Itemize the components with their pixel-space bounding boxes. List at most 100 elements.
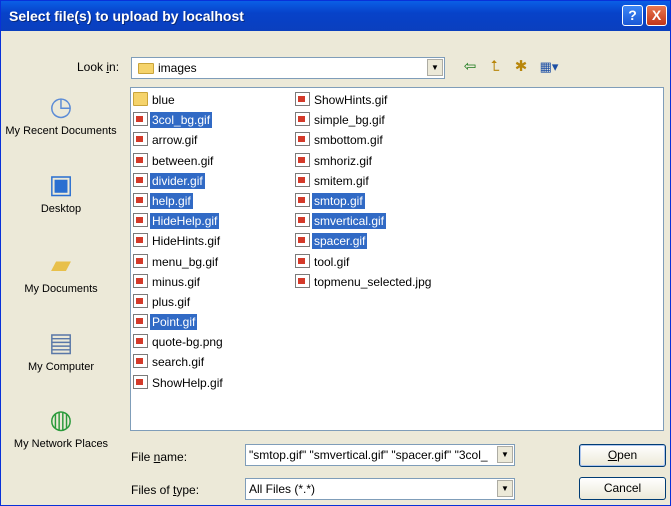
file-name: smbottom.gif: [314, 133, 383, 148]
file-list-item[interactable]: smhoriz.gif: [295, 152, 433, 173]
image-file-icon: [133, 334, 148, 349]
open-button[interactable]: Open: [579, 444, 666, 467]
image-file-icon: [295, 273, 310, 288]
folder-icon: [133, 92, 148, 106]
file-list-item[interactable]: smbottom.gif: [295, 132, 433, 152]
image-file-icon: [133, 273, 148, 288]
file-name: blue: [152, 93, 175, 107]
file-name: between.gif: [152, 153, 214, 168]
file-name-value: "smtop.gif" "smvertical.gif" "spacer.gif…: [249, 448, 488, 462]
cancel-button[interactable]: Cancel: [579, 477, 666, 500]
recent-documents-icon: ◷: [49, 91, 73, 121]
image-file-icon: [295, 192, 310, 207]
file-list-item[interactable]: smitem.gif: [295, 172, 433, 193]
file-list-item[interactable]: ShowHints.gif: [295, 92, 433, 112]
file-name: simple_bg.gif: [314, 113, 385, 128]
close-icon: X: [651, 7, 662, 23]
image-file-icon: [133, 132, 148, 147]
file-type-dropdown[interactable]: All Files (*.*) ▼: [245, 478, 515, 500]
folder-icon: [138, 63, 154, 74]
file-column-1: blue 3col_bg.gif arrow.gif between.gif divid…: [133, 92, 225, 395]
image-file-icon: [295, 253, 310, 268]
file-list[interactable]: blue 3col_bg.gif arrow.gif between.gif divid…: [130, 87, 664, 431]
chevron-down-icon[interactable]: ▼: [427, 59, 443, 76]
place-my-computer[interactable]: ▤ My Computer: [1, 327, 121, 374]
file-upload-dialog: Select file(s) to upload by localhost ? …: [0, 0, 671, 506]
file-list-item[interactable]: blue: [133, 92, 225, 112]
file-list-item[interactable]: smtop.gif: [295, 192, 433, 213]
file-list-item[interactable]: HideHints.gif: [133, 233, 225, 253]
file-list-item[interactable]: Point.gif: [133, 314, 225, 334]
place-recent-documents[interactable]: ◷ My Recent Documents: [1, 91, 121, 138]
file-list-item[interactable]: plus.gif: [133, 293, 225, 314]
image-file-icon: [133, 112, 148, 127]
up-folder-icon[interactable]: ⮤: [485, 58, 505, 76]
image-file-icon: [133, 213, 148, 228]
file-list-item[interactable]: menu_bg.gif: [133, 253, 225, 274]
my-documents-icon: ▰: [51, 249, 71, 279]
file-name: smvertical.gif: [312, 213, 387, 230]
file-name: plus.gif: [152, 294, 191, 309]
file-name: 3col_bg.gif: [150, 112, 213, 129]
file-type-value: All Files (*.*): [249, 482, 316, 496]
place-my-documents[interactable]: ▰ My Documents: [1, 249, 121, 296]
image-file-icon: [295, 233, 310, 248]
place-label: My Network Places: [13, 438, 109, 450]
places-bar: ◷ My Recent Documents ▣ Desktop ▰ My Doc…: [1, 86, 123, 506]
file-list-item[interactable]: search.gif: [133, 354, 225, 374]
file-list-item[interactable]: HideHelp.gif: [133, 213, 225, 233]
file-list-item[interactable]: arrow.gif: [133, 132, 225, 152]
file-list-item[interactable]: spacer.gif: [295, 233, 433, 253]
file-name: menu_bg.gif: [152, 254, 219, 269]
new-folder-icon[interactable]: ✱: [511, 58, 531, 76]
place-label: My Documents: [24, 283, 98, 295]
image-file-icon: [133, 192, 148, 207]
image-file-icon: [295, 213, 310, 228]
chevron-down-icon[interactable]: ▼: [497, 446, 513, 463]
file-name: smhoriz.gif: [314, 153, 373, 168]
look-in-value: images: [158, 61, 197, 75]
file-list-item[interactable]: topmenu_selected.jpg: [295, 273, 433, 294]
file-list-item[interactable]: between.gif: [133, 152, 225, 173]
file-list-item[interactable]: divider.gif: [133, 172, 225, 193]
image-file-icon: [133, 233, 148, 248]
file-name: HideHelp.gif: [150, 213, 220, 230]
look-in-dropdown[interactable]: images ▼: [131, 57, 445, 79]
image-file-icon: [133, 293, 148, 308]
file-name: smtop.gif: [312, 192, 365, 209]
chevron-down-icon[interactable]: ▼: [497, 480, 513, 497]
file-type-label: Files of type:: [131, 483, 200, 497]
image-file-icon: [133, 172, 148, 187]
file-name: HideHints.gif: [152, 234, 221, 249]
file-list-item[interactable]: tool.gif: [295, 253, 433, 274]
place-label: My Recent Documents: [5, 125, 117, 137]
close-button[interactable]: X: [646, 5, 667, 26]
file-list-item[interactable]: simple_bg.gif: [295, 112, 433, 132]
file-name: search.gif: [152, 355, 205, 370]
file-list-item[interactable]: smvertical.gif: [295, 213, 433, 233]
file-list-item[interactable]: help.gif: [133, 192, 225, 213]
image-file-icon: [295, 132, 310, 147]
file-name-label: File name:: [131, 450, 188, 464]
file-list-item[interactable]: minus.gif: [133, 273, 225, 294]
place-label: Desktop: [40, 203, 82, 215]
place-network[interactable]: ◍ My Network Places: [1, 404, 121, 451]
place-desktop[interactable]: ▣ Desktop: [1, 169, 121, 216]
image-file-icon: [295, 152, 310, 167]
desktop-icon: ▣: [48, 169, 74, 199]
file-list-item[interactable]: ShowHelp.gif: [133, 374, 225, 395]
file-name-field[interactable]: "smtop.gif" "smvertical.gif" "spacer.gif…: [245, 444, 515, 466]
image-file-icon: [133, 253, 148, 268]
back-icon[interactable]: ⇦: [460, 58, 480, 76]
file-name: ShowHelp.gif: [152, 375, 223, 390]
file-name: divider.gif: [150, 172, 205, 189]
file-list-item[interactable]: 3col_bg.gif: [133, 112, 225, 132]
image-file-icon: [133, 354, 148, 369]
file-list-item[interactable]: quote-bg.png: [133, 334, 225, 354]
view-menu-icon[interactable]: ▦▾: [536, 58, 562, 76]
title-bar[interactable]: Select file(s) to upload by localhost ? …: [1, 1, 670, 31]
file-name: Point.gif: [150, 314, 198, 331]
help-button[interactable]: ?: [622, 5, 643, 26]
dialog-title: Select file(s) to upload by localhost: [9, 8, 244, 24]
help-icon: ?: [628, 7, 637, 23]
